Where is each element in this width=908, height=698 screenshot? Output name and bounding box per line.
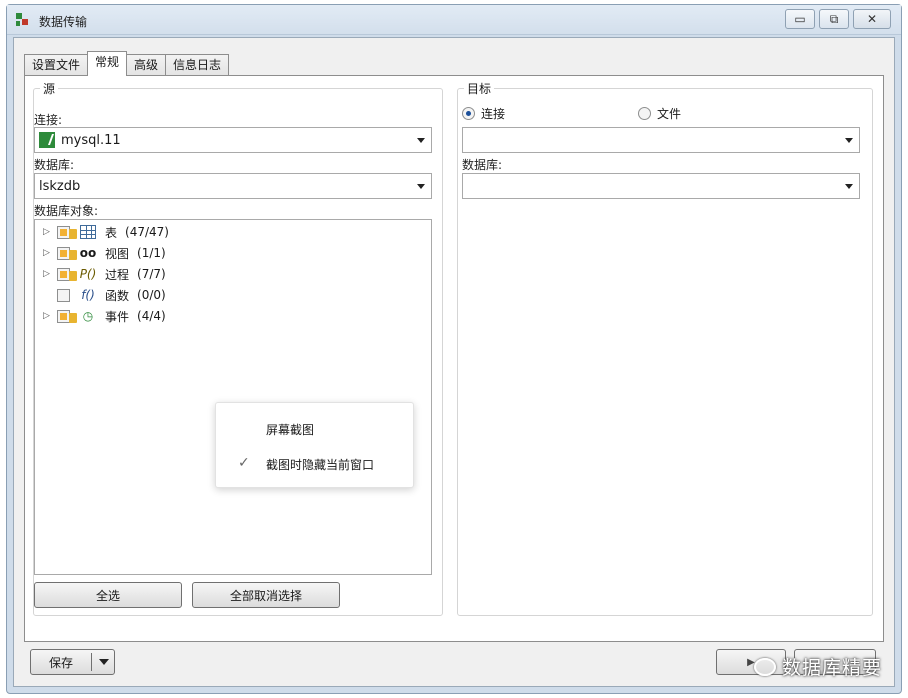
watermark-text: 数据库精要 — [781, 657, 882, 679]
target-connection-radio[interactable]: 连接 — [462, 105, 505, 122]
tree-item-count: (1/1) — [137, 246, 166, 260]
deselect-all-button[interactable]: 全部取消选择 — [192, 582, 340, 608]
radio-unselected-icon[interactable] — [638, 107, 651, 120]
window-title: 数据传输 — [39, 15, 88, 29]
expand-icon[interactable]: ▷ — [43, 227, 57, 237]
target-database-select[interactable] — [462, 173, 860, 199]
lock-icon — [69, 250, 77, 260]
dialog-client-area: 设置文件 常规 高级 信息日志 源 连接: mysql.11 数据库: lskz… — [13, 37, 895, 687]
target-group: 目标 连接 文件 数据库: — [457, 80, 873, 616]
database-objects-label: 数据库对象: — [34, 204, 99, 218]
title-bar[interactable]: 数据传输 ▭ ⧉ ✕ — [7, 5, 901, 35]
minimize-icon: ▭ — [794, 12, 806, 26]
expand-icon[interactable]: ▷ — [43, 311, 57, 321]
close-button[interactable]: ✕ — [853, 9, 891, 29]
wechat-icon — [753, 657, 776, 676]
tree-item-procedures[interactable]: ▷ P() 过程 (7/7) — [43, 264, 166, 284]
tree-item-label: 表 — [105, 225, 118, 240]
radio-label: 文件 — [657, 107, 682, 121]
general-tab-panel: 源 连接: mysql.11 数据库: lskzdb 数据库对象: ▷ 表 (4… — [24, 75, 884, 642]
lock-icon — [69, 271, 77, 281]
data-transfer-window: 数据传输 ▭ ⧉ ✕ 设置文件 常规 高级 信息日志 源 连接: mysql.1… — [6, 4, 902, 694]
view-icon: oo — [79, 246, 97, 260]
save-split-button[interactable]: 保存 — [30, 649, 115, 675]
chevron-down-icon — [845, 184, 853, 189]
tree-item-count: (4/4) — [137, 309, 166, 323]
tab-profile[interactable]: 设置文件 — [24, 54, 89, 76]
checkmark-icon: ✓ — [238, 455, 250, 471]
tree-item-count: (0/0) — [137, 288, 166, 302]
tree-item-label: 过程 — [105, 267, 130, 282]
tab-advanced[interactable]: 高级 — [126, 54, 167, 76]
expand-icon[interactable]: ▷ — [43, 248, 57, 258]
mysql-connection-icon — [39, 132, 55, 148]
source-database-label: 数据库: — [34, 158, 75, 172]
lock-icon — [69, 229, 77, 239]
tree-item-views[interactable]: ▷ oo 视图 (1/1) — [43, 243, 166, 263]
event-icon: ◷ — [82, 309, 94, 323]
source-connection-label: 连接: — [34, 113, 63, 127]
source-group-title: 源 — [40, 80, 59, 97]
tree-item-tables[interactable]: ▷ 表 (47/47) — [43, 222, 169, 242]
procedure-icon: P() — [79, 267, 97, 281]
split-divider — [91, 653, 92, 671]
restore-button[interactable]: ⧉ — [819, 9, 849, 29]
tree-item-label: 事件 — [105, 309, 130, 324]
target-database-label: 数据库: — [462, 158, 503, 172]
tree-item-label: 视图 — [105, 246, 130, 261]
dropdown-arrow-icon[interactable] — [99, 659, 109, 665]
tab-general[interactable]: 常规 — [87, 51, 128, 76]
target-connection-select[interactable] — [462, 127, 860, 153]
tree-item-events[interactable]: ▷ ◷ 事件 (4/4) — [43, 306, 166, 326]
menu-item-hide-window[interactable]: 截图时隐藏当前窗口 — [266, 456, 374, 473]
target-group-title: 目标 — [464, 80, 495, 97]
close-icon: ✕ — [866, 12, 878, 26]
screenshot-context-menu: 屏幕截图 ✓ 截图时隐藏当前窗口 — [215, 402, 414, 488]
tree-item-count: (47/47) — [125, 225, 169, 239]
tree-item-functions[interactable]: f() 函数 (0/0) — [43, 285, 166, 305]
chevron-down-icon — [845, 138, 853, 143]
select-all-button[interactable]: 全选 — [34, 582, 182, 608]
function-icon: f() — [81, 288, 95, 302]
radio-selected-icon[interactable] — [462, 107, 475, 120]
tree-item-count: (7/7) — [137, 267, 166, 281]
radio-label: 连接 — [481, 107, 506, 121]
database-objects-tree[interactable]: ▷ 表 (47/47) ▷ oo 视图 (1/1) ▷ P() 过程 (7/7)… — [34, 219, 432, 575]
save-button[interactable]: 保存 — [31, 654, 91, 671]
expand-icon[interactable]: ▷ — [43, 269, 57, 279]
app-icon — [16, 13, 28, 26]
table-icon — [79, 224, 97, 240]
lock-icon — [69, 313, 77, 323]
minimize-button[interactable]: ▭ — [785, 9, 815, 29]
restore-icon: ⧉ — [829, 11, 839, 26]
chevron-down-icon — [417, 138, 425, 143]
menu-item-screenshot[interactable]: 屏幕截图 — [266, 421, 314, 438]
source-connection-value: mysql.11 — [61, 132, 121, 148]
source-group: 源 连接: mysql.11 数据库: lskzdb 数据库对象: ▷ 表 (4… — [33, 80, 443, 616]
functions-checkbox[interactable] — [57, 288, 70, 302]
chevron-down-icon — [417, 184, 425, 189]
tab-message-log[interactable]: 信息日志 — [165, 54, 230, 76]
tab-strip: 设置文件 常规 高级 信息日志 — [24, 51, 230, 76]
target-file-radio[interactable]: 文件 — [638, 105, 681, 122]
source-database-value: lskzdb — [39, 178, 81, 194]
watermark: 数据库精要 — [753, 653, 882, 680]
source-database-select[interactable]: lskzdb — [34, 173, 432, 199]
source-connection-select[interactable]: mysql.11 — [34, 127, 432, 153]
tree-item-label: 函数 — [105, 288, 130, 303]
